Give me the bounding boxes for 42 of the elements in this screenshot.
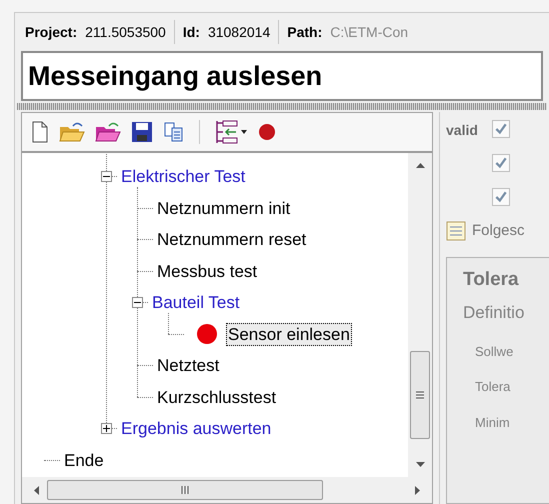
field-label: Minim <box>475 414 511 432</box>
collapse-icon[interactable] <box>101 171 112 182</box>
breakpoint-icon <box>196 323 218 346</box>
group-title: Tolera <box>463 268 520 292</box>
check-icon <box>494 190 508 204</box>
valid-label: valid <box>446 121 478 140</box>
group-subtitle: Definitio <box>463 302 526 324</box>
scrollbar-thumb[interactable] <box>47 480 323 500</box>
scroll-right-icon[interactable] <box>415 486 420 494</box>
horizontal-scrollbar[interactable] <box>22 477 432 503</box>
tree-structure-icon[interactable] <box>214 120 248 144</box>
field-label: Sollwe <box>475 342 514 360</box>
followup-label: Folgesc <box>472 221 525 241</box>
list-icon <box>446 221 466 242</box>
info-value: 31082014 <box>208 22 270 42</box>
copy-icon[interactable] <box>163 121 185 143</box>
scroll-up-icon[interactable] <box>416 163 424 168</box>
checkbox[interactable] <box>492 188 510 206</box>
tree-item[interactable]: Sensor einlesen <box>226 322 352 346</box>
checkbox[interactable] <box>492 154 510 172</box>
new-document-icon[interactable] <box>31 121 49 143</box>
scroll-down-icon[interactable] <box>416 462 424 467</box>
info-label: Project: <box>25 22 78 42</box>
info-value: 211.5053500 <box>85 22 166 42</box>
check-icon <box>494 156 508 170</box>
record-icon[interactable] <box>258 123 276 141</box>
scroll-left-icon[interactable] <box>34 486 39 494</box>
info-label: Id: <box>182 22 200 42</box>
vertical-scrollbar[interactable] <box>408 153 432 477</box>
info-label: Path: <box>287 22 322 42</box>
collapse-icon[interactable] <box>132 297 143 308</box>
scrollbar-thumb[interactable] <box>410 351 430 439</box>
splitter-bar[interactable] <box>17 103 547 110</box>
expand-icon[interactable] <box>101 423 112 434</box>
field-label: Tolera <box>475 378 512 396</box>
save-icon[interactable] <box>131 121 153 143</box>
checkbox[interactable] <box>492 120 510 138</box>
folder-icon[interactable] <box>95 121 121 143</box>
check-icon <box>494 122 508 136</box>
title-field[interactable]: Messeingang auslesen <box>21 51 543 101</box>
info-value: C:\ETM-Con <box>330 22 408 42</box>
folder-icon[interactable] <box>59 121 85 143</box>
